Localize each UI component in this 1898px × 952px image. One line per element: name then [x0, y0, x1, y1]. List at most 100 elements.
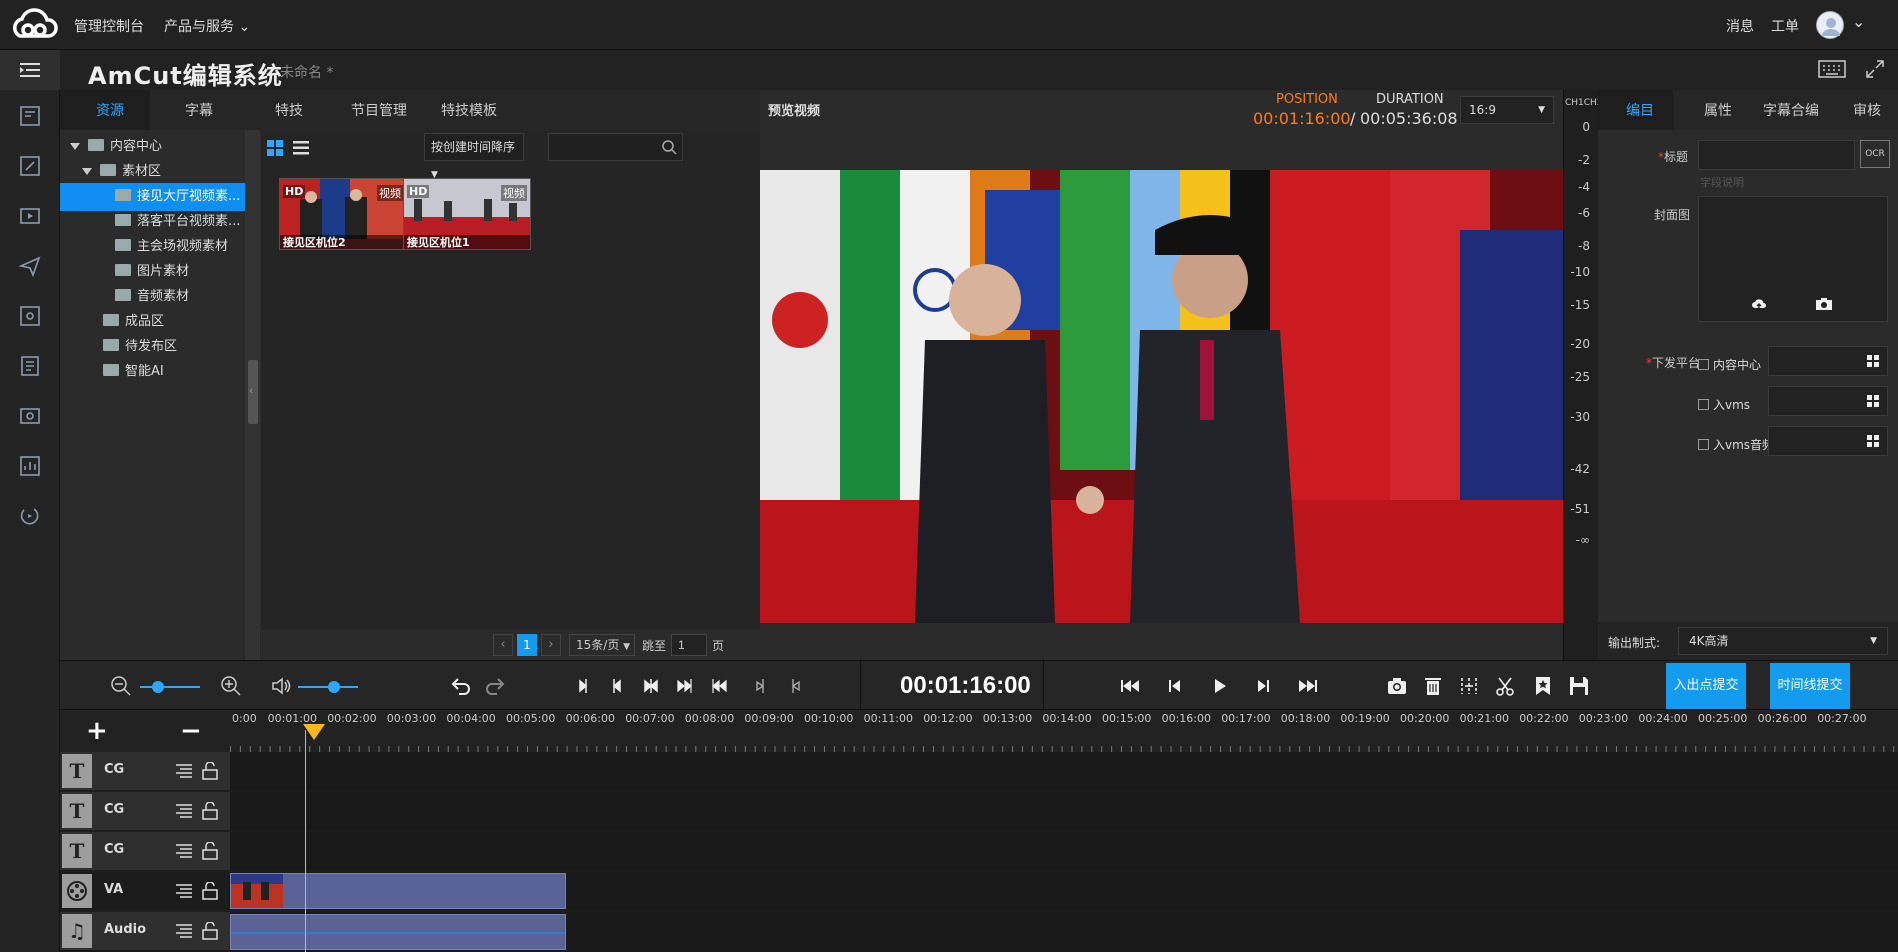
tree-node-finished[interactable]: 成品区 — [103, 308, 164, 336]
track-body[interactable] — [230, 872, 1898, 910]
platform-select[interactable] — [1768, 426, 1888, 456]
media-item[interactable]: HD 视频 接见区机位2 — [279, 178, 407, 250]
step-forward-icon[interactable] — [1252, 675, 1274, 697]
prev-page-button[interactable]: ‹ — [493, 634, 513, 656]
platform-option[interactable]: 入vms音频 — [1698, 436, 1774, 453]
tab-subtitle-merge[interactable]: 字幕合编 — [1763, 100, 1819, 120]
tab-resources[interactable]: 资源 — [96, 100, 124, 120]
tree-node-ai[interactable]: 智能AI — [103, 358, 164, 386]
volume-slider[interactable] — [298, 681, 358, 693]
sort-select[interactable]: 按创建时间降序 ▼ — [424, 133, 524, 180]
track-body[interactable] — [230, 792, 1898, 830]
search-icon[interactable] — [661, 139, 677, 155]
nav-media-icon[interactable] — [18, 104, 42, 128]
goto-in-icon[interactable] — [674, 675, 696, 697]
split-icon[interactable] — [1458, 675, 1480, 697]
tree-node-pending[interactable]: 待发布区 — [103, 333, 177, 361]
zoom-out-icon[interactable] — [110, 675, 132, 697]
undo-icon[interactable] — [450, 675, 472, 697]
track-list-icon[interactable] — [176, 764, 192, 778]
fullscreen-icon[interactable] — [1866, 60, 1884, 78]
menu-toggle[interactable] — [0, 50, 60, 90]
submit-inout-button[interactable]: 入出点提交 — [1666, 663, 1746, 709]
page-size-select[interactable]: 15条/页 ▼ — [569, 634, 635, 656]
clear-in-icon[interactable] — [750, 675, 772, 697]
nav-edit-icon[interactable] — [18, 154, 42, 178]
platform-select[interactable] — [1768, 386, 1888, 416]
tree-node-images[interactable]: 图片素材 — [115, 258, 189, 286]
platform-option[interactable]: 内容中心 — [1698, 356, 1761, 373]
next-page-button[interactable]: › — [541, 634, 561, 656]
nav-stats-icon[interactable] — [18, 454, 42, 478]
zoom-slider[interactable] — [140, 681, 200, 693]
mark-clip-icon[interactable] — [640, 675, 662, 697]
tab-effects[interactable]: 特技 — [275, 100, 303, 120]
snapshot-camera-icon[interactable] — [1386, 675, 1408, 697]
audio-clip[interactable] — [230, 914, 566, 950]
add-track-button[interactable]: + — [86, 716, 108, 746]
unlock-icon[interactable] — [202, 762, 218, 780]
platform-option[interactable]: 入vms — [1698, 396, 1750, 413]
avatar[interactable] — [1816, 11, 1844, 39]
tab-effect-templates[interactable]: 特技模板 — [441, 100, 497, 120]
checkbox[interactable] — [1698, 439, 1709, 450]
volume-icon[interactable] — [270, 675, 292, 697]
rewind-fast-icon[interactable] — [1120, 675, 1142, 697]
delete-trash-icon[interactable] — [1422, 675, 1444, 697]
track-list-icon[interactable] — [176, 804, 192, 818]
nav-video-icon[interactable] — [18, 204, 42, 228]
nav-send-icon[interactable] — [18, 254, 42, 278]
checkbox[interactable] — [1698, 399, 1709, 410]
save-icon[interactable] — [1568, 675, 1590, 697]
video-frame[interactable] — [760, 170, 1563, 623]
unlock-icon[interactable] — [202, 922, 218, 940]
remove-track-button[interactable]: − — [180, 716, 202, 746]
track-body[interactable] — [230, 752, 1898, 790]
track-body[interactable] — [230, 912, 1898, 950]
checkbox[interactable] — [1698, 359, 1709, 370]
page-number-current[interactable]: 1 — [517, 634, 537, 656]
unlock-icon[interactable] — [202, 882, 218, 900]
zoom-in-icon[interactable] — [220, 675, 242, 697]
output-select[interactable]: 4K高清 ▼ — [1678, 627, 1888, 655]
tree-node-audio[interactable]: 音频素材 — [115, 283, 189, 311]
tab-subtitles[interactable]: 字幕 — [185, 100, 213, 120]
nav-document-icon[interactable] — [18, 354, 42, 378]
grid-view-icon[interactable] — [267, 140, 283, 156]
camera-icon[interactable] — [1815, 297, 1833, 311]
unlock-icon[interactable] — [202, 802, 218, 820]
tree-node-main-venue[interactable]: 主会场视频素材 — [115, 233, 228, 261]
tab-programs[interactable]: 节目管理 — [351, 100, 407, 120]
timeline-ruler[interactable]: 0:00 00:01:00 00:02:00 00:03:00 00:04:00 00:0… — [230, 710, 1898, 752]
bookmark-star-icon[interactable] — [1532, 675, 1554, 697]
mark-in-icon[interactable] — [572, 675, 594, 697]
track-body[interactable] — [230, 832, 1898, 870]
track-list-icon[interactable] — [176, 924, 192, 938]
video-clip[interactable] — [230, 873, 566, 909]
zoom-slider-handle[interactable] — [152, 681, 164, 693]
cloud-logo-icon[interactable] — [6, 6, 62, 44]
aspect-select[interactable]: 16:9 ▼ — [1460, 96, 1554, 124]
cover-image-box[interactable] — [1698, 196, 1888, 322]
step-back-icon[interactable] — [1164, 675, 1186, 697]
products-menu[interactable]: 产品与服务 ⌄ — [164, 16, 250, 36]
nav-search-media-icon[interactable] — [18, 304, 42, 328]
list-view-icon[interactable] — [293, 140, 309, 156]
volume-slider-handle[interactable] — [328, 681, 340, 693]
playhead-marker-icon[interactable] — [303, 724, 325, 740]
search-input[interactable] — [549, 134, 659, 160]
title-input[interactable] — [1698, 140, 1855, 170]
goto-out-icon[interactable] — [708, 675, 730, 697]
tab-properties[interactable]: 属性 — [1704, 100, 1732, 120]
clear-out-icon[interactable] — [784, 675, 806, 697]
mark-out-icon[interactable] — [606, 675, 628, 697]
scissors-icon[interactable] — [1494, 675, 1516, 697]
nav-refresh-icon[interactable] — [18, 504, 42, 528]
tree-node-content-center[interactable]: 内容中心 — [70, 133, 162, 161]
play-icon[interactable] — [1208, 675, 1230, 697]
tree-node-dropoff[interactable]: 落客平台视频素... — [115, 208, 240, 236]
keyboard-icon[interactable] — [1818, 60, 1846, 78]
unlock-icon[interactable] — [202, 842, 218, 860]
tab-review[interactable]: 审核 — [1853, 100, 1881, 120]
ocr-button[interactable]: OCR — [1860, 140, 1890, 168]
